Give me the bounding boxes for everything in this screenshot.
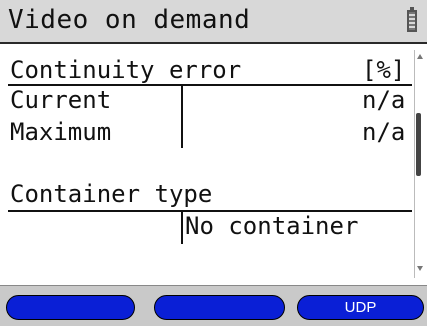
continuity-error-unit: [%] xyxy=(362,56,406,84)
battery-icon xyxy=(407,7,417,32)
softkey-2[interactable] xyxy=(154,295,285,320)
row-value-current: n/a xyxy=(362,86,406,114)
scrollbar-thumb[interactable] xyxy=(416,113,421,176)
scroll-up-arrow-icon[interactable] xyxy=(417,54,423,59)
softkey-udp[interactable]: UDP xyxy=(297,295,424,320)
title-bar: Video on demand xyxy=(0,0,427,44)
row-label-maximum: Maximum xyxy=(10,118,112,146)
continuity-column-divider xyxy=(181,86,183,148)
container-column-divider xyxy=(181,212,183,244)
content-area: Continuity error [%] Current n/a Maximum… xyxy=(0,46,414,284)
scroll-down-arrow-icon[interactable] xyxy=(417,266,423,271)
row-label-current: Current xyxy=(10,86,112,114)
softkey-1[interactable] xyxy=(6,295,135,320)
container-type-value: No container xyxy=(185,212,359,240)
container-type-heading: Container type xyxy=(10,180,213,208)
page-title: Video on demand xyxy=(8,5,251,35)
continuity-error-heading: Continuity error xyxy=(10,56,242,84)
row-value-maximum: n/a xyxy=(362,118,406,146)
